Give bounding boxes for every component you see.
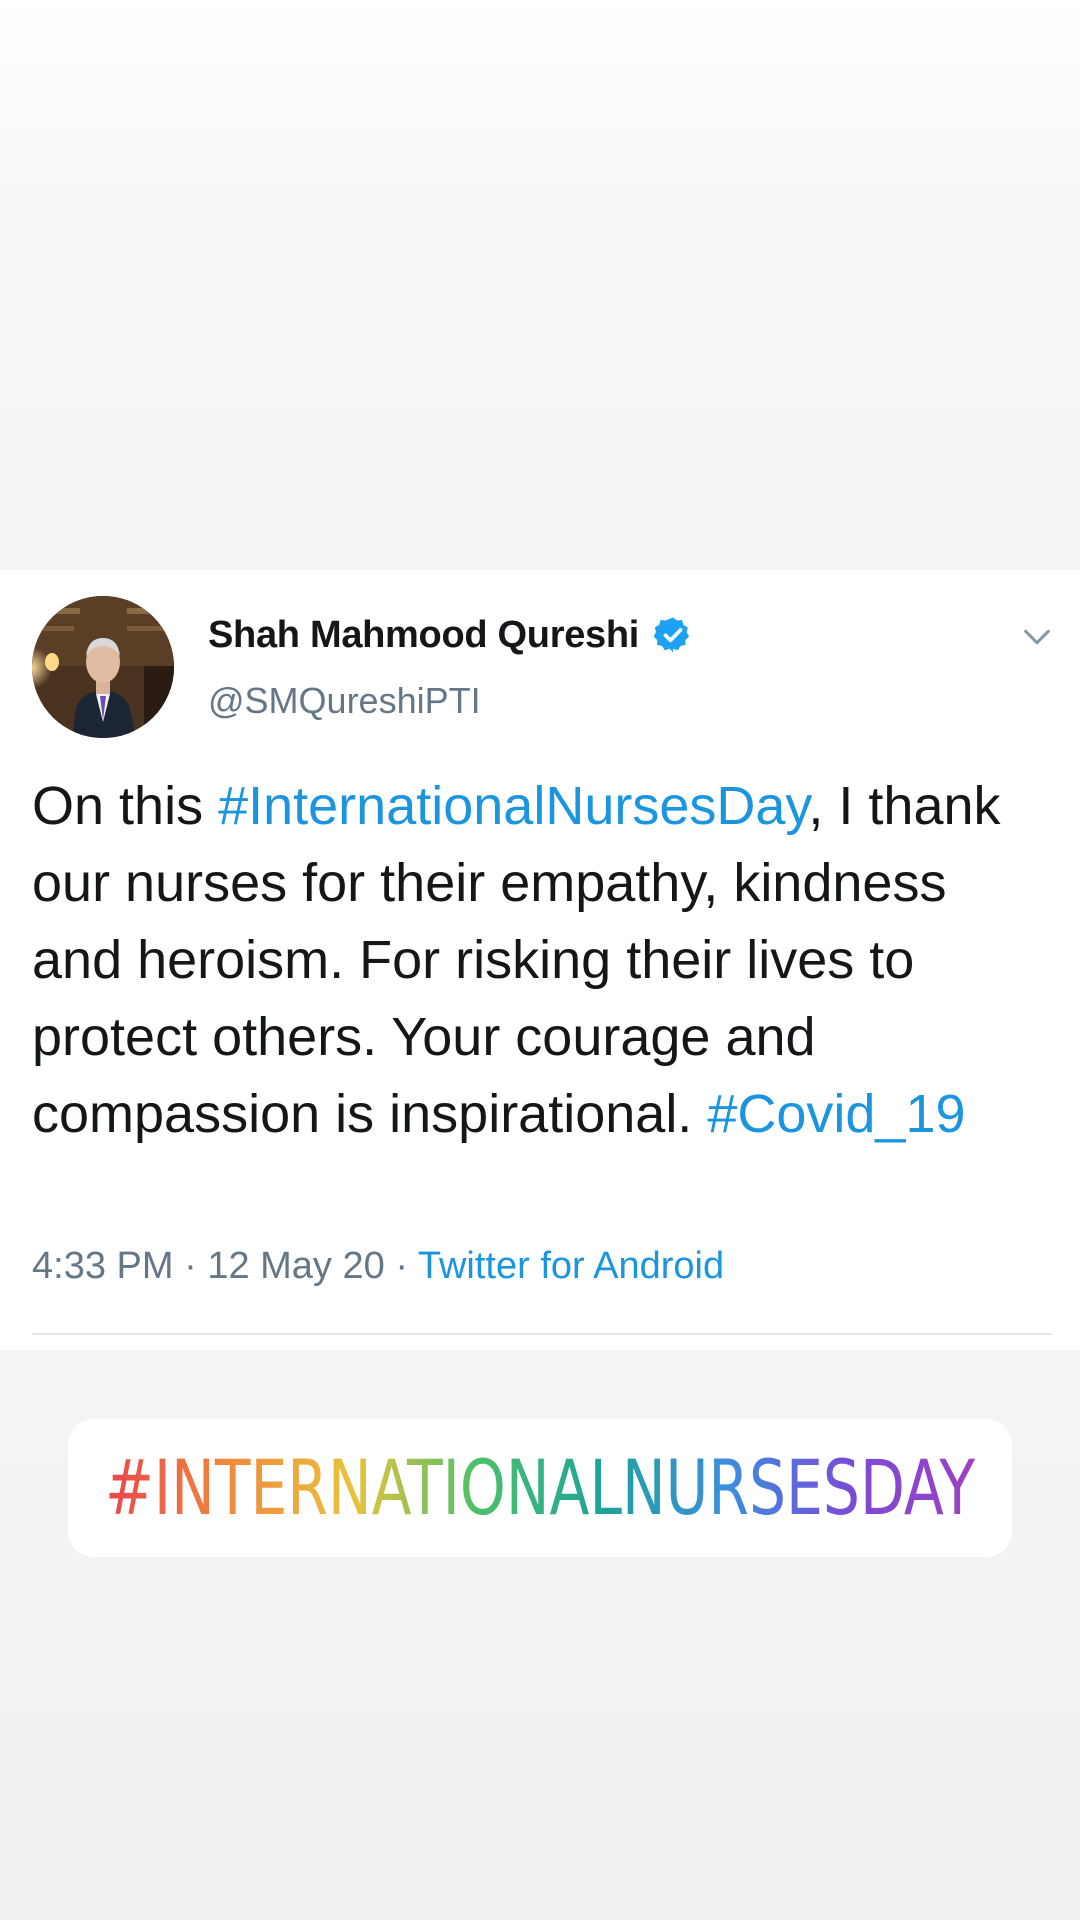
hashtag-covid-19[interactable]: #Covid_19	[707, 1084, 965, 1144]
tweet-time: 4:33 PM	[32, 1245, 174, 1287]
meta-separator: ·	[384, 1245, 418, 1287]
hashtag-sticker[interactable]: #INTERNATIONALNURSESDAY	[68, 1419, 1012, 1557]
hashtag-international-nurses-day[interactable]: #InternationalNursesDay	[218, 776, 808, 836]
meta-separator: ·	[173, 1245, 208, 1287]
verified-badge-icon	[653, 615, 693, 655]
tweet-text: On this #InternationalNursesDay, I thank…	[32, 768, 1042, 1153]
avatar[interactable]	[32, 596, 174, 738]
sticker-text: #INTERNATIONALNURSESDAY	[105, 1443, 975, 1532]
tweet-text-part: On this	[32, 776, 219, 836]
avatar-image	[32, 596, 174, 738]
tweet-source-link[interactable]: Twitter for Android	[418, 1245, 724, 1287]
sticker-graphic: #INTERNATIONALNURSESDAY	[105, 1443, 975, 1532]
chevron-down-icon[interactable]	[1020, 620, 1054, 654]
tweet-card[interactable]: Shah Mahmood Qureshi @SMQureshiPTI On th…	[0, 570, 1080, 1350]
user-handle[interactable]: @SMQureshiPTI	[208, 680, 481, 722]
author-row: Shah Mahmood Qureshi	[208, 610, 693, 660]
divider	[32, 1333, 1052, 1335]
display-name[interactable]: Shah Mahmood Qureshi	[208, 614, 639, 657]
tweet-meta: 4:33 PM · 12 May 20 · Twitter for Androi…	[32, 1245, 724, 1288]
tweet-date: 12 May 20	[207, 1245, 385, 1287]
